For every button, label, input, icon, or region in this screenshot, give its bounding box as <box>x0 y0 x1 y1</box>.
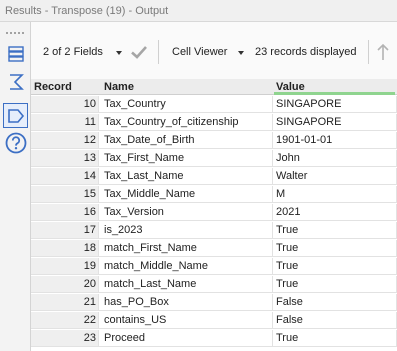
name-cell[interactable]: Tax_Country_of_citizenship <box>99 114 273 131</box>
help-icon[interactable] <box>3 130 28 155</box>
value-column-underline <box>274 92 395 95</box>
name-cell[interactable]: Tax_Version <box>99 204 273 221</box>
toolbar-divider <box>368 40 369 64</box>
value-cell[interactable]: SINGAPORE <box>273 96 397 113</box>
record-cell[interactable]: 19 <box>31 258 99 275</box>
results-grid: Record Name Value 10 Tax_Country SINGAPORE… <box>31 79 397 351</box>
fields-dropdown[interactable]: 2 of 2 Fields <box>43 46 103 58</box>
table-row[interactable]: 19 match_Middle_Name True <box>31 258 397 275</box>
table-row[interactable]: 12 Tax_Date_of_Birth 1901-01-01 <box>31 132 397 149</box>
value-cell[interactable]: SINGAPORE <box>273 114 397 131</box>
value-cell[interactable]: True <box>273 276 397 293</box>
table-row[interactable]: 15 Tax_Middle_Name M <box>31 186 397 203</box>
table-row[interactable]: 23 Proceed True <box>31 330 397 347</box>
sigma-icon[interactable] <box>3 69 28 94</box>
name-cell[interactable]: Tax_First_Name <box>99 150 273 167</box>
record-cell[interactable]: 16 <box>31 204 99 221</box>
record-cell[interactable]: 15 <box>31 186 99 203</box>
value-cell[interactable]: M <box>273 186 397 203</box>
checkmark-icon[interactable] <box>130 44 148 60</box>
name-cell[interactable]: match_First_Name <box>99 240 273 257</box>
header-record[interactable]: Record <box>34 81 72 93</box>
record-cell[interactable]: 20 <box>31 276 99 293</box>
name-cell[interactable]: contains_US <box>99 312 273 329</box>
record-cell[interactable]: 11 <box>31 114 99 131</box>
name-cell[interactable]: Tax_Last_Name <box>99 168 273 185</box>
grip-icon[interactable] <box>5 31 25 35</box>
value-cell[interactable]: True <box>273 330 397 347</box>
record-cell[interactable]: 22 <box>31 312 99 329</box>
name-cell[interactable]: Proceed <box>99 330 273 347</box>
table-row[interactable]: 11 Tax_Country_of_citizenship SINGAPORE <box>31 114 397 131</box>
table-row[interactable]: 17 is_2023 True <box>31 222 397 239</box>
table-row[interactable]: 18 match_First_Name True <box>31 240 397 257</box>
table-row[interactable]: 22 contains_US False <box>31 312 397 329</box>
record-cell[interactable]: 18 <box>31 240 99 257</box>
record-cell[interactable]: 23 <box>31 330 99 347</box>
table-row[interactable]: 10 Tax_Country SINGAPORE <box>31 96 397 113</box>
name-cell[interactable]: match_Middle_Name <box>99 258 273 275</box>
name-cell[interactable]: Tax_Country <box>99 96 273 113</box>
value-cell[interactable]: False <box>273 294 397 311</box>
record-cell[interactable]: 17 <box>31 222 99 239</box>
value-cell[interactable]: Walter <box>273 168 397 185</box>
scroll-up-arrow-icon[interactable] <box>377 43 389 61</box>
results-toolbar: 2 of 2 Fields Cell Viewer 23 records dis… <box>31 22 397 79</box>
record-cell[interactable]: 13 <box>31 150 99 167</box>
grid-header: Record Name Value <box>31 79 397 95</box>
viewer-chevron-down-icon[interactable] <box>238 51 244 55</box>
fields-chevron-down-icon[interactable] <box>116 51 122 55</box>
tag-icon[interactable] <box>3 103 28 128</box>
value-cell[interactable]: 2021 <box>273 204 397 221</box>
record-cell[interactable]: 10 <box>31 96 99 113</box>
record-cell[interactable]: 21 <box>31 294 99 311</box>
name-cell[interactable]: is_2023 <box>99 222 273 239</box>
value-cell[interactable]: False <box>273 312 397 329</box>
name-cell[interactable]: match_Last_Name <box>99 276 273 293</box>
table-row[interactable]: 13 Tax_First_Name John <box>31 150 397 167</box>
record-cell[interactable]: 14 <box>31 168 99 185</box>
header-name[interactable]: Name <box>104 81 134 93</box>
value-cell[interactable]: True <box>273 240 397 257</box>
side-toolbar <box>0 22 31 351</box>
table-row[interactable]: 21 has_PO_Box False <box>31 294 397 311</box>
records-displayed-label: 23 records displayed <box>255 46 357 58</box>
name-cell[interactable]: Tax_Date_of_Birth <box>99 132 273 149</box>
toolbar-divider <box>158 40 159 64</box>
value-cell[interactable]: 1901-01-01 <box>273 132 397 149</box>
table-row[interactable]: 20 match_Last_Name True <box>31 276 397 293</box>
table-row[interactable]: 16 Tax_Version 2021 <box>31 204 397 221</box>
value-cell[interactable]: True <box>273 222 397 239</box>
table-row[interactable]: 14 Tax_Last_Name Walter <box>31 168 397 185</box>
name-cell[interactable]: Tax_Middle_Name <box>99 186 273 203</box>
cell-viewer-dropdown[interactable]: Cell Viewer <box>172 46 227 58</box>
name-cell[interactable]: has_PO_Box <box>99 294 273 311</box>
window-title: Results - Transpose (19) - Output <box>0 0 397 22</box>
value-cell[interactable]: John <box>273 150 397 167</box>
record-cell[interactable]: 12 <box>31 132 99 149</box>
table-icon[interactable] <box>3 41 28 66</box>
value-cell[interactable]: True <box>273 258 397 275</box>
